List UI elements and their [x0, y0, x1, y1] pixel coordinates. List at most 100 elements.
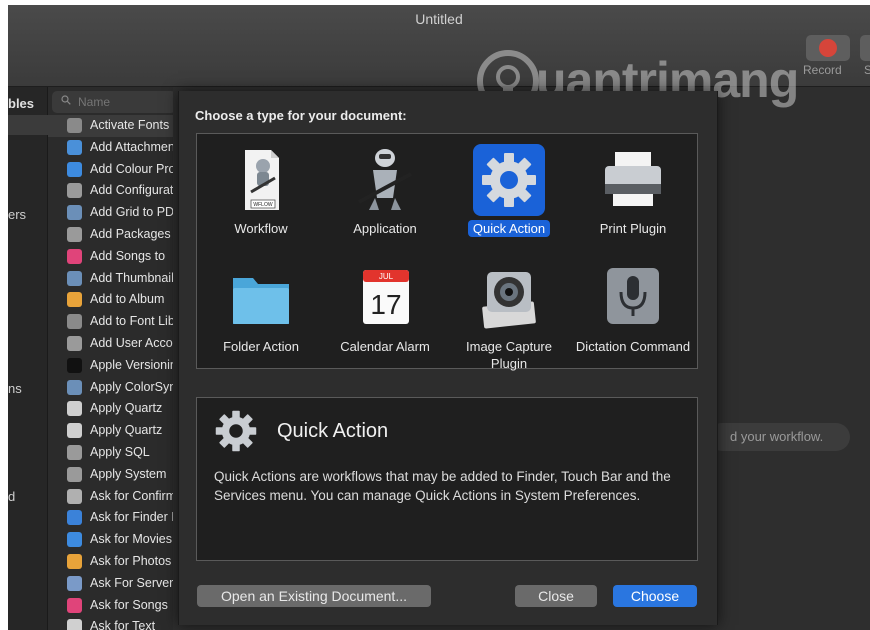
action-label: Ask for Movies	[90, 532, 172, 547]
action-list-item[interactable]: Add Configuration	[48, 180, 173, 202]
action-list-item[interactable]: Add to Album	[48, 289, 173, 311]
quicktime-icon	[67, 532, 82, 548]
action-list-item[interactable]: Ask for Finder Items	[48, 507, 173, 529]
action-list-item[interactable]: Add Songs to	[48, 246, 173, 268]
type-application[interactable]: Application	[323, 140, 447, 252]
description-title: Quick Action	[277, 420, 389, 442]
type-image-capture-plugin[interactable]: Image Capture Plugin	[447, 258, 571, 371]
action-label: Add Thumbnail	[90, 270, 173, 285]
search-icon	[61, 95, 71, 105]
action-label: Ask for Finder Items	[90, 510, 173, 525]
action-list-item[interactable]: Add Thumbnail	[48, 268, 173, 290]
type-quick-action[interactable]: Quick Action	[447, 140, 571, 252]
automator-icon	[67, 183, 82, 199]
photos-icon	[67, 553, 82, 569]
workflow-icon: WFLOW	[245, 150, 279, 210]
action-list-item[interactable]: Apply SQL	[48, 442, 173, 464]
action-list-item[interactable]: Apply Quartz	[48, 420, 173, 442]
record-label: Record	[803, 63, 842, 77]
action-label: Ask For Servers	[90, 575, 173, 590]
automator-icon	[67, 488, 82, 504]
action-list-item[interactable]: Apply System	[48, 464, 173, 486]
action-list-item[interactable]: Add Attachments	[48, 137, 173, 159]
music-icon	[67, 597, 82, 613]
type-folder-action[interactable]: Folder Action	[199, 258, 323, 370]
font-book-icon	[67, 118, 82, 133]
action-label: Ask for Text	[90, 619, 156, 630]
quartz-icon	[67, 423, 82, 439]
type-label: Dictation Command	[575, 339, 691, 354]
folder-icon	[233, 278, 289, 324]
action-list-item[interactable]: Add Grid to PDF	[48, 202, 173, 224]
description-text: Quick Actions are workflows that may be …	[214, 469, 671, 503]
automator-icon	[67, 444, 82, 460]
window-title: Untitled	[415, 11, 463, 27]
action-label: Apply Quartz	[90, 423, 163, 438]
type-label: Image Capture Plugin	[466, 339, 552, 371]
application-robot-icon	[358, 149, 412, 210]
library-category[interactable]: d	[8, 489, 15, 504]
action-label: Add Attachments	[90, 139, 173, 154]
action-list-item[interactable]: Activate Fonts	[48, 115, 173, 137]
action-list-item[interactable]: Ask for Movies	[48, 529, 173, 551]
stop-button[interactable]	[860, 35, 870, 61]
camera-icon	[482, 272, 536, 329]
printer-icon	[605, 152, 661, 206]
action-list-item[interactable]: Add to Font Library	[48, 311, 173, 333]
text-icon	[67, 619, 82, 630]
action-list-item[interactable]: Apply Quartz	[48, 398, 173, 420]
action-list-item[interactable]: Ask for Photos	[48, 551, 173, 573]
description-panel: Quick Action Quick Actions are workflows…	[196, 397, 698, 561]
action-list-item[interactable]: Apple Versioning	[48, 355, 173, 377]
close-button[interactable]: Close	[515, 585, 597, 607]
library-pane: bles ers ns d	[8, 87, 48, 630]
type-dictation-command[interactable]: Dictation Command	[571, 258, 695, 370]
font-book-icon	[67, 314, 82, 330]
preview-icon	[67, 270, 82, 286]
action-list-item[interactable]: Ask For Servers	[48, 573, 173, 595]
search-input[interactable]	[78, 93, 168, 111]
drag-hint-text: d your workflow.	[730, 429, 824, 444]
action-list: Activate Fonts Add Attachments Add Colour …	[48, 115, 173, 630]
type-workflow[interactable]: WFLOW Workflow	[199, 140, 323, 252]
preview-icon	[67, 205, 82, 221]
action-label: Activate Fonts	[90, 118, 170, 132]
type-print-plugin[interactable]: Print Plugin	[571, 140, 695, 252]
action-list-item[interactable]: Add User Account	[48, 333, 173, 355]
document-type-dialog: Choose a type for your document: WFLOW W…	[178, 91, 718, 625]
finder-icon	[67, 510, 82, 526]
action-label: Ask for Songs	[90, 597, 168, 612]
network-icon	[67, 575, 82, 591]
mail-icon	[67, 139, 82, 155]
type-label: Workflow	[234, 221, 288, 236]
record-button[interactable]	[806, 35, 850, 61]
choose-button[interactable]: Choose	[613, 585, 697, 607]
action-label: Add Packages	[90, 226, 171, 241]
type-calendar-alarm[interactable]: JUL 17 Calendar Alarm	[323, 258, 447, 370]
drag-hint: d your workflow.	[708, 423, 850, 451]
action-list-item[interactable]: Add Packages	[48, 224, 173, 246]
action-list-item[interactable]: Ask for Confirmation	[48, 486, 173, 508]
variables-tab[interactable]: bles	[8, 96, 34, 111]
action-label: Add Grid to PDF	[90, 205, 173, 220]
library-category[interactable]: ers	[8, 207, 26, 222]
calendar-icon: JUL 17	[363, 270, 409, 324]
quartz-icon	[67, 401, 82, 417]
stop-label: S	[864, 63, 870, 77]
action-label: Apply System	[90, 466, 167, 481]
search-field[interactable]	[52, 91, 176, 113]
terminal-icon	[67, 357, 82, 373]
action-list-item[interactable]: Apply ColorSync	[48, 377, 173, 399]
action-label: Add Configuration	[90, 183, 173, 198]
library-category[interactable]: ns	[8, 381, 22, 396]
library-selection	[8, 115, 48, 135]
action-label: Add Colour Profile	[90, 161, 173, 176]
action-list-item[interactable]: Ask for Songs	[48, 595, 173, 617]
dialog-heading: Choose a type for your document:	[195, 108, 407, 123]
action-list-item[interactable]: Ask for Text	[48, 616, 173, 630]
music-icon	[67, 248, 82, 264]
automator-icon	[67, 226, 82, 242]
open-existing-document-button[interactable]: Open an Existing Document...	[197, 585, 431, 607]
action-list-item[interactable]: Add Colour Profile	[48, 159, 173, 181]
microphone-icon	[607, 268, 659, 324]
